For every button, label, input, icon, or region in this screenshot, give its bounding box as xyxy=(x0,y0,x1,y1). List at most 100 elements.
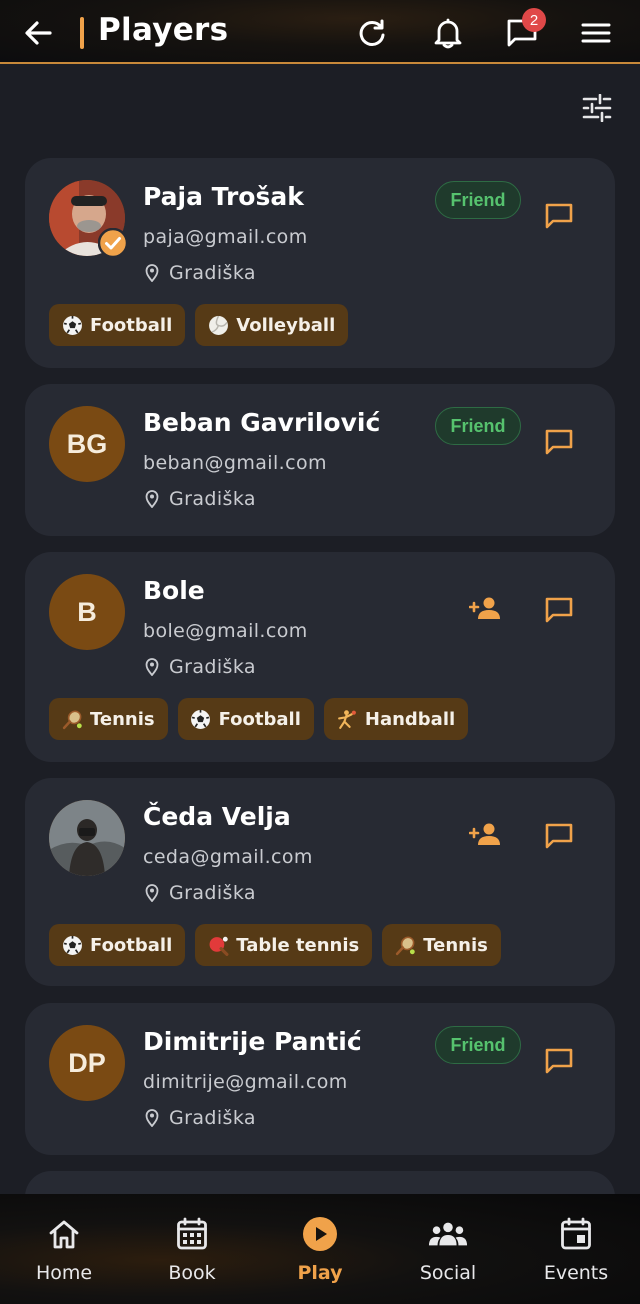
bell-icon xyxy=(434,18,462,49)
player-name: Bole xyxy=(143,576,205,605)
sport-tag-label: Tennis xyxy=(90,708,155,730)
sport-tag-label: Tennis xyxy=(423,934,488,956)
player-location: Gradiška xyxy=(145,1107,256,1129)
avatar-photo xyxy=(49,800,125,876)
refresh-button[interactable] xyxy=(350,12,394,54)
location-label: Gradiška xyxy=(169,1107,256,1129)
avatar-initials: DP xyxy=(49,1025,125,1101)
player-email: ceda@gmail.com xyxy=(143,846,313,868)
add-friend-button[interactable] xyxy=(463,590,507,626)
handball-icon xyxy=(338,709,357,729)
chat-icon xyxy=(545,823,573,849)
player-location: Gradiška xyxy=(145,882,256,904)
nav-social[interactable]: Social xyxy=(393,1214,503,1294)
nav-label: Play xyxy=(297,1262,343,1284)
player-name: Čeda Velja xyxy=(143,802,291,831)
nav-events[interactable]: Events xyxy=(521,1214,631,1294)
message-player-button[interactable] xyxy=(539,198,579,234)
player-location: Gradiška xyxy=(145,488,256,510)
avatar-initials: B xyxy=(49,574,125,650)
sport-tag-label: Football xyxy=(90,934,173,956)
location-label: Gradiška xyxy=(169,262,256,284)
title-accent-bar xyxy=(80,17,84,49)
message-player-button[interactable] xyxy=(539,1043,579,1079)
player-email: bole@gmail.com xyxy=(143,620,308,642)
home-icon xyxy=(49,1220,79,1249)
people-icon xyxy=(428,1222,468,1246)
player-name: Dimitrije Pantić xyxy=(143,1027,362,1056)
person-add-icon xyxy=(469,597,500,619)
refresh-icon xyxy=(359,19,385,46)
messages-button[interactable]: 2 xyxy=(500,8,546,54)
player-card[interactable]: BG Beban Gavrilović beban@gmail.com Grad… xyxy=(25,384,615,536)
chat-icon xyxy=(545,597,573,623)
chat-icon xyxy=(545,203,573,229)
sport-tag-label: Football xyxy=(218,708,301,730)
location-pin-icon xyxy=(145,490,159,508)
notifications-button[interactable] xyxy=(426,12,470,54)
location-label: Gradiška xyxy=(169,656,256,678)
avatar xyxy=(49,180,128,258)
nav-label: Home xyxy=(35,1262,93,1284)
player-card[interactable]: Čeda Velja ceda@gmail.com Gradiška Footb… xyxy=(25,778,615,986)
avatar-initials: BG xyxy=(49,406,125,482)
message-player-button[interactable] xyxy=(539,818,579,854)
location-label: Gradiška xyxy=(169,488,256,510)
nav-book[interactable]: Book xyxy=(137,1214,247,1294)
sport-tags: Football Volleyball xyxy=(49,304,349,346)
volleyball-icon xyxy=(208,315,228,335)
arrow-left-icon xyxy=(25,21,52,45)
sport-tag: Handball xyxy=(323,698,469,740)
sport-tag: Volleyball xyxy=(195,304,349,346)
player-email: paja@gmail.com xyxy=(143,226,308,248)
message-player-button[interactable] xyxy=(539,424,579,460)
filter-button[interactable] xyxy=(580,92,614,124)
player-card[interactable]: Paja Trošak paja@gmail.com Gradiška Frie… xyxy=(25,158,615,368)
message-player-button[interactable] xyxy=(539,592,579,628)
location-pin-icon xyxy=(145,658,159,676)
tennis-racket-icon xyxy=(62,710,82,729)
friend-badge: Friend xyxy=(435,407,521,445)
player-location: Gradiška xyxy=(145,656,256,678)
hamburger-menu-icon xyxy=(581,23,611,43)
app-header: Players 2 xyxy=(0,0,640,64)
nav-label: Book xyxy=(168,1262,216,1284)
ping-pong-icon xyxy=(209,936,229,956)
page-title: Players xyxy=(98,12,229,48)
soccer-ball-icon xyxy=(62,935,82,955)
sport-tag-label: Football xyxy=(90,314,173,336)
bottom-navigation: Home Book Play Social Events xyxy=(0,1194,640,1304)
sport-tag: Football xyxy=(177,698,314,740)
sliders-filter-icon xyxy=(582,94,612,122)
player-location: Gradiška xyxy=(145,262,256,284)
location-pin-icon xyxy=(145,264,159,282)
player-email: beban@gmail.com xyxy=(143,452,327,474)
sport-tags: Tennis Football Handball xyxy=(49,698,469,740)
location-pin-icon xyxy=(145,1109,159,1127)
sport-tag: Tennis xyxy=(382,924,501,966)
location-pin-icon xyxy=(145,884,159,902)
sport-tag-label: Volleyball xyxy=(236,314,336,336)
back-button[interactable] xyxy=(18,14,58,52)
person-add-icon xyxy=(469,823,500,845)
nav-play[interactable]: Play xyxy=(265,1214,375,1294)
play-circle-icon xyxy=(303,1217,337,1251)
avatar xyxy=(49,800,125,876)
chat-icon xyxy=(545,1048,573,1074)
sport-tag: Table tennis xyxy=(195,924,373,966)
player-name: Beban Gavrilović xyxy=(143,408,381,437)
event-calendar-icon xyxy=(561,1217,591,1250)
calendar-grid-icon xyxy=(177,1217,207,1250)
player-card[interactable]: B Bole bole@gmail.com Gradiška Tennis Fo… xyxy=(25,552,615,762)
add-friend-button[interactable] xyxy=(463,816,507,852)
sport-tags: Football Table tennis Tennis xyxy=(49,924,501,966)
sport-tag: Football xyxy=(49,304,186,346)
player-card[interactable]: DP Dimitrije Pantić dimitrije@gmail.com … xyxy=(25,1003,615,1155)
nav-label: Events xyxy=(543,1262,609,1284)
location-label: Gradiška xyxy=(169,882,256,904)
menu-button[interactable] xyxy=(574,12,618,54)
nav-home[interactable]: Home xyxy=(9,1214,119,1294)
nav-label: Social xyxy=(419,1262,477,1284)
player-name: Paja Trošak xyxy=(143,182,304,211)
sport-tag-label: Handball xyxy=(364,708,456,730)
